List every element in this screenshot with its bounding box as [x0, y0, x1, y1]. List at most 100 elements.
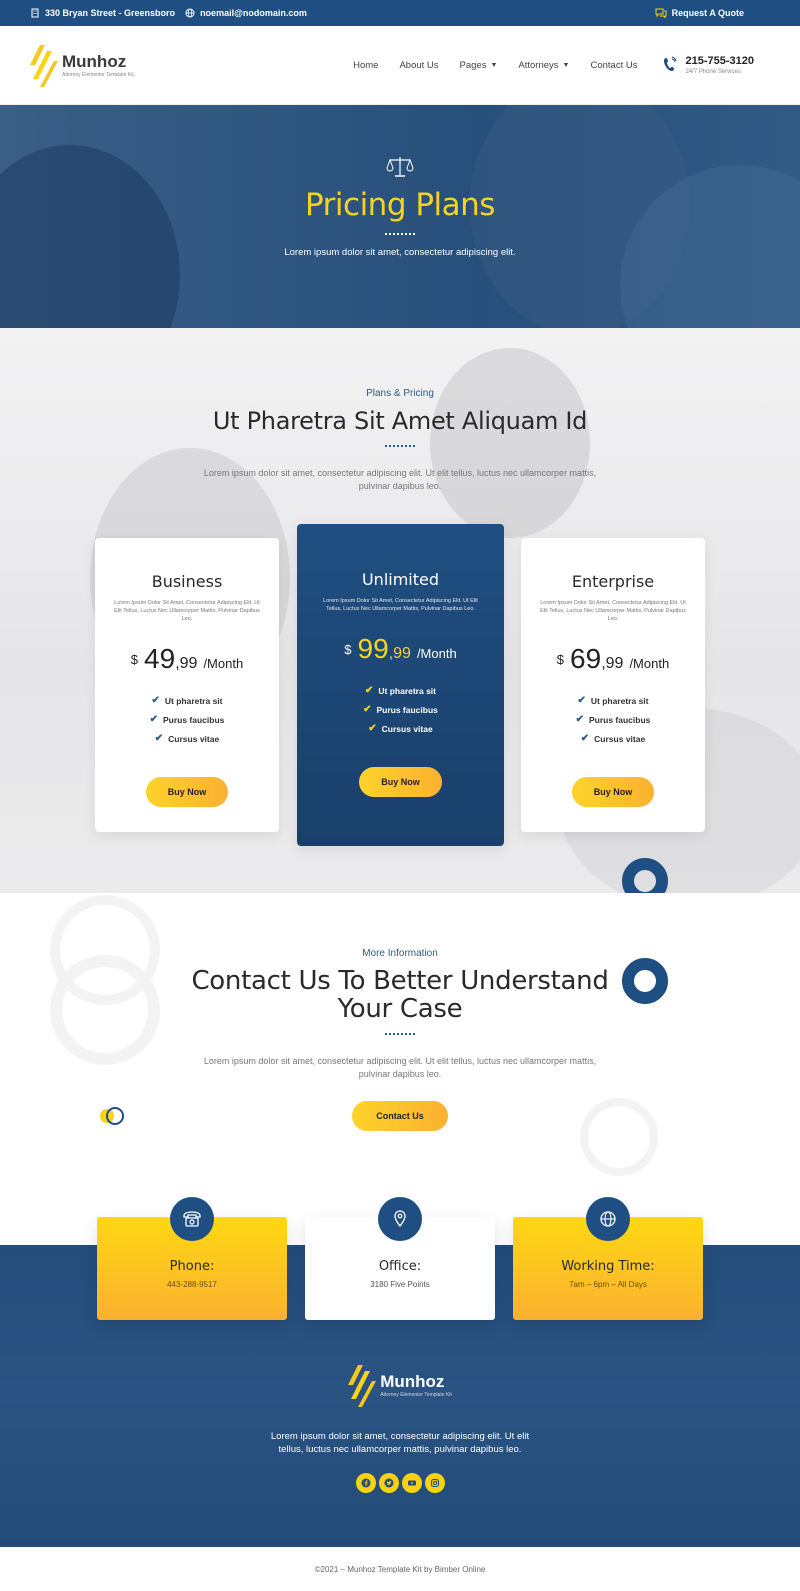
info-label: Office:	[378, 1259, 422, 1274]
price-period: /Month	[629, 656, 670, 671]
hero-banner: Pricing Plans Lorem ipsum dolor sit amet…	[0, 105, 800, 328]
plan-name: Enterprise	[571, 572, 655, 591]
check-icon: ✔	[154, 733, 164, 744]
check-icon: ✔	[575, 714, 584, 725]
feature-label: Ut pharetra sit	[378, 685, 436, 696]
nav-item-about[interactable]: About Us	[399, 60, 438, 71]
site-header: Munhoz Attorney Elementor Template Kit H…	[0, 26, 800, 105]
check-icon: ✔	[368, 723, 377, 734]
check-icon: ✔	[151, 695, 160, 706]
check-icon: ✔	[364, 685, 374, 696]
social-links	[0, 1473, 800, 1493]
info-label: Working Time:	[561, 1259, 655, 1274]
check-icon: ✔	[580, 733, 590, 744]
pricing-text: Lorem ipsum dolor sit amet, consectetur …	[203, 468, 597, 491]
footer: Phone: 443-288-9517 Office: 3180 Five Po…	[0, 1197, 800, 1547]
info-value[interactable]: 443-288-9517	[97, 1280, 287, 1289]
nav-item-pages[interactable]: Pages ▼	[460, 60, 498, 71]
buy-now-button[interactable]: Buy Now	[359, 767, 442, 797]
feature-item: ✔ Cursus vitae	[521, 733, 705, 744]
feature-item: ✔ Purus faucibus	[521, 714, 705, 725]
footer-logo[interactable]: Munhoz Attorney Elementor Template Kit	[348, 1363, 452, 1407]
nav-label: Contact Us	[590, 59, 638, 71]
plan-features: ✔ Ut pharetra sit ✔ Purus faucibus ✔ Cursus…	[297, 685, 504, 734]
email-item[interactable]: noemail@nodomain.com	[185, 8, 307, 18]
plan-desc: Lorem Ipsum Dolor Sit Amet, Consectetur …	[114, 600, 260, 622]
chevron-down-icon: ▼	[490, 61, 498, 69]
plan-price: $ 99 ,99 /Month	[297, 633, 504, 665]
feature-item: ✔ Purus faucibus	[297, 704, 504, 715]
plan-desc: Lorem Ipsum Dolor Sit Amet, Consectetur …	[540, 600, 686, 622]
header-phone[interactable]: 215-755-3120 24/7 Phone Services	[663, 55, 754, 75]
brand-name: Munhoz	[62, 51, 127, 71]
contact-section: More Information Contact Us To Better Un…	[0, 893, 800, 1245]
globe-small-icon	[185, 8, 195, 18]
logo[interactable]: Munhoz Attorney Elementor Template Kit	[30, 43, 134, 87]
info-value: 7am – 6pm – All Days	[569, 1280, 647, 1289]
buy-now-button[interactable]: Buy Now	[145, 777, 229, 807]
plan-name: Business	[151, 572, 223, 591]
pricing-divider	[385, 445, 415, 447]
contact-text: Lorem ipsum dolor sit amet, consectetur …	[203, 1056, 597, 1079]
nav-item-attorneys[interactable]: Attorneys ▼	[518, 60, 569, 71]
title-divider	[385, 233, 415, 235]
feature-label: Purus faucibus	[588, 714, 651, 725]
logo-mark-icon	[348, 1365, 377, 1407]
address-text: 330 Bryan Street - Greensboro	[45, 8, 176, 18]
feature-item: ✔ Cursus vitae	[297, 723, 504, 734]
phone-number[interactable]: 215-755-3120	[685, 55, 754, 67]
feature-label: Cursus vitae	[594, 733, 646, 744]
feature-label: Purus faucibus	[376, 704, 438, 715]
pricing-title: Ut Pharetra Sit Amet Aliquam Id	[212, 407, 588, 435]
address-item: 330 Bryan Street - Greensboro	[30, 8, 175, 18]
check-icon: ✔	[577, 695, 586, 706]
request-quote-text[interactable]: Request A Quote	[672, 8, 744, 18]
info-icon-wrap	[170, 1197, 214, 1241]
info-card-office: Office: 3180 Five Points	[305, 1197, 495, 1320]
plan-name: Unlimited	[361, 570, 440, 589]
building-icon	[31, 8, 39, 18]
info-card-working-time: Working Time: 7am – 6pm – All Days	[513, 1197, 703, 1320]
email-text[interactable]: noemail@nodomain.com	[200, 8, 307, 18]
copyright-text: ©2021 – Munhoz Template Kit by Bimber On…	[314, 1564, 486, 1574]
facebook-icon	[361, 1478, 370, 1488]
feature-item: ✔ Ut pharetra sit	[521, 695, 705, 706]
plan-features: ✔ Ut pharetra sit ✔ Purus faucibus ✔ Cursus…	[95, 695, 279, 744]
plan-price: $ 69 ,99 /Month	[521, 643, 705, 675]
chat-icon	[655, 8, 667, 18]
nav-item-home[interactable]: Home	[353, 60, 378, 71]
check-icon: ✔	[149, 714, 158, 725]
feature-item: ✔ Purus faucibus	[95, 714, 279, 725]
price-decimal: ,99	[601, 655, 624, 672]
request-quote-link[interactable]: Request A Quote	[655, 8, 744, 18]
pricing-section: Plans & Pricing Ut Pharetra Sit Amet Ali…	[0, 328, 800, 893]
chevron-down-icon: ▼	[562, 61, 570, 69]
buy-now-button[interactable]: Buy Now	[571, 777, 655, 807]
feature-label: Ut pharetra sit	[590, 695, 649, 706]
pricing-eyebrow: Plans & Pricing	[366, 388, 434, 399]
feature-label: Purus faucibus	[162, 714, 225, 725]
main-nav: Home About Us Pages ▼ Attorneys ▼ Contact …	[134, 60, 664, 71]
facebook-link[interactable]	[355, 1473, 376, 1493]
footer-brand-tagline: Attorney Elementor Template Kit	[380, 1391, 452, 1398]
nav-item-contact[interactable]: Contact Us	[590, 60, 637, 71]
youtube-icon	[407, 1480, 416, 1486]
plan-price: $ 49 ,99 /Month	[95, 643, 279, 675]
footer-text: Lorem ipsum dolor sit amet, consectetur …	[270, 1431, 530, 1455]
price-period: /Month	[203, 656, 244, 671]
contact-us-button[interactable]: Contact Us	[352, 1101, 448, 1131]
nav-label: Attorneys	[518, 59, 559, 71]
price-decimal: ,99	[388, 645, 411, 662]
nav-label: About Us	[399, 59, 439, 71]
instagram-link[interactable]	[424, 1473, 445, 1493]
phone-sub: 24/7 Phone Services	[685, 69, 741, 75]
twitter-link[interactable]	[378, 1473, 399, 1493]
price-integer: 99	[357, 633, 389, 664]
price-integer: 69	[570, 643, 602, 674]
copyright-bar: ©2021 – Munhoz Template Kit by Bimber On…	[0, 1547, 800, 1591]
contact-eyebrow: More Information	[362, 948, 438, 959]
nav-label: Home	[353, 59, 379, 71]
feature-label: Ut pharetra sit	[164, 695, 223, 706]
youtube-link[interactable]	[401, 1473, 422, 1493]
contact-title: Contact Us To Better Understand Your Cas…	[191, 966, 609, 1024]
